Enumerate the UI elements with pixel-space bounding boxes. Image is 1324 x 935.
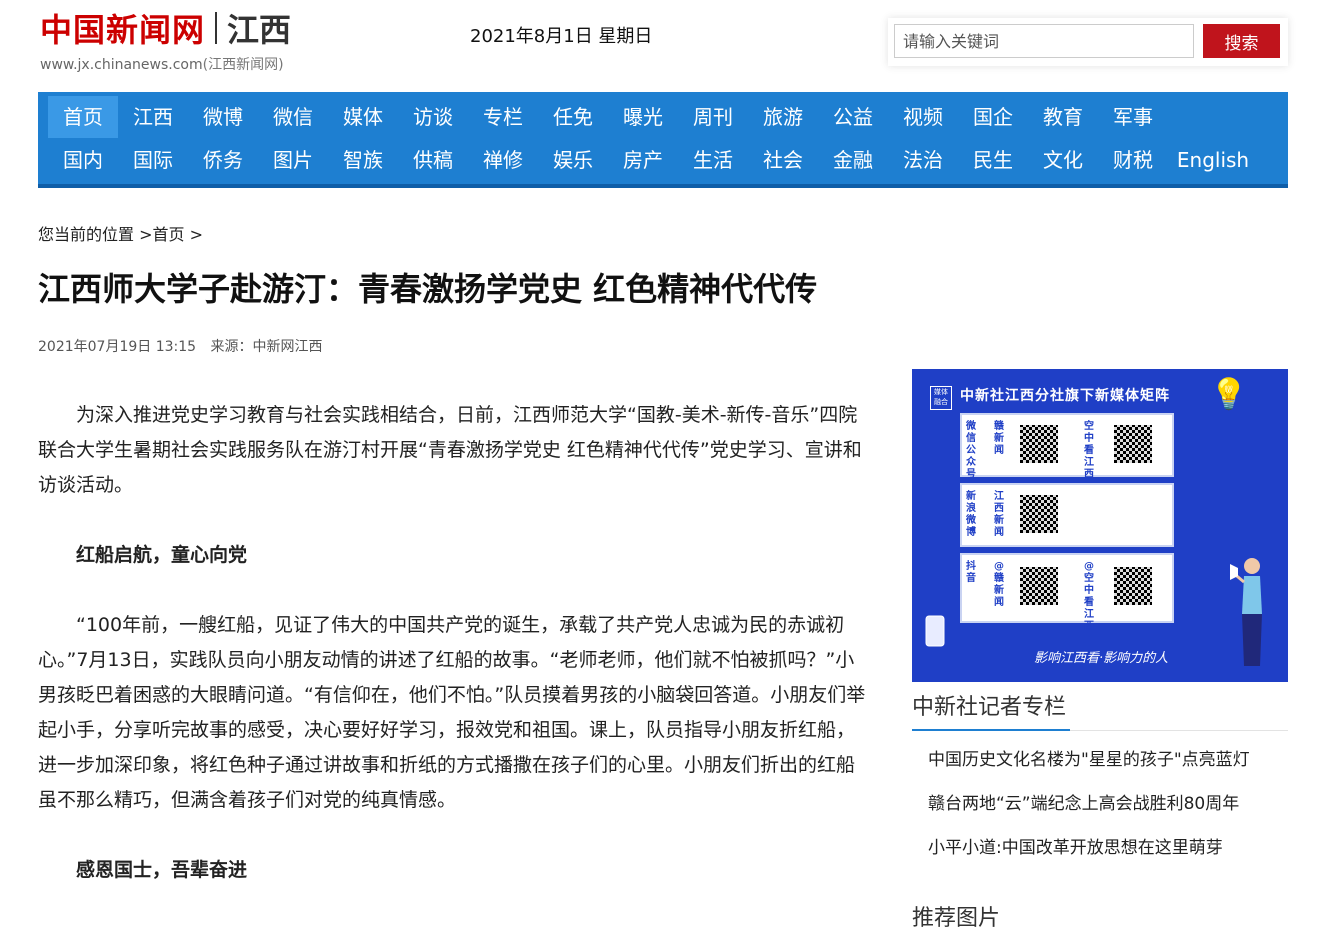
qr-code-icon [1114, 425, 1152, 463]
nav-item[interactable]: 任免 [538, 96, 608, 138]
nav-item[interactable]: English [1168, 139, 1258, 181]
article-subheading: 红船启航，童心向党 [76, 544, 248, 566]
nav-item[interactable]: 访谈 [398, 96, 468, 138]
logo-url-text: www.jx.chinanews.com [40, 57, 203, 73]
nav-row-secondary: 国内 国际 侨务 图片 智族 供稿 禅修 娱乐 房产 生活 社会 金融 法治 民生 文化 财税 English [48, 139, 1258, 181]
logo-url-suffix: (江西新闻网) [202, 57, 284, 73]
recommended-photos-title: 推荐图片 [912, 906, 1001, 931]
nav-item[interactable]: 金融 [818, 139, 888, 181]
banner-card-label: 空中看江西 [1084, 421, 1094, 480]
article-meta: 2021年07月19日 13:15 来源：中新网江西 [38, 336, 333, 356]
article-subheading: 感恩国士，吾辈奋进 [76, 859, 248, 881]
section-divider [912, 729, 1288, 731]
nav-item[interactable]: 旅游 [748, 96, 818, 138]
article-paragraph: 为深入推进党史学习教育与社会实践相结合，日前，江西师范大学“国教-美术-新传-音… [38, 404, 862, 496]
breadcrumb-prefix: 您当前的位置 [38, 225, 135, 244]
breadcrumb-separator: > [139, 225, 153, 244]
qr-code-icon [1020, 567, 1058, 605]
nav-item[interactable]: 民生 [958, 139, 1028, 181]
nav-item[interactable]: 图片 [258, 139, 328, 181]
site-logo[interactable]: 中国新闻网 江西 www.jx.chinanews.com(江西新闻网) [40, 6, 340, 74]
banner-card-weibo: 新浪微博 江西新闻 [960, 483, 1174, 547]
nav-item[interactable]: 专栏 [468, 96, 538, 138]
search-input[interactable] [894, 24, 1194, 58]
presenter-illustration-icon [1230, 558, 1262, 666]
nav-item[interactable]: 首页 [48, 96, 118, 138]
nav-item[interactable]: 生活 [678, 139, 748, 181]
breadcrumb-home-link[interactable]: 首页 [153, 225, 185, 244]
nav-item[interactable]: 供稿 [398, 139, 468, 181]
banner-card-label: 新浪微博 [966, 491, 976, 538]
banner-slogan: 影响江西看·影响力的人 [1034, 651, 1169, 666]
logo-cn-text: 中国新闻网 [40, 11, 206, 49]
main-nav: 首页 江西 微博 微信 媒体 访谈 专栏 任免 曝光 周刊 旅游 公益 视频 国企 教育 军事 国内 国际 侨务图… [38, 92, 1288, 188]
nav-item[interactable]: 财税 [1098, 139, 1168, 181]
nav-item[interactable]: 军事 [1098, 96, 1168, 138]
reporters-section-title: 中新社记者专栏 [912, 695, 1067, 720]
reporters-list-item[interactable]: 中国历史文化名楼为"星星的孩子"点亮蓝灯 [928, 748, 1250, 792]
reporters-list-item[interactable]: 小平小道:中国改革开放思想在这里萌芽 [928, 836, 1250, 880]
nav-item[interactable]: 媒体 [328, 96, 398, 138]
article-datetime: 2021年07月19日 13:15 [38, 339, 197, 355]
nav-item[interactable]: 公益 [818, 96, 888, 138]
banner-card-douyin: 抖音 @赣新闻 @空中看江西 [960, 553, 1174, 632]
nav-item[interactable]: 社会 [748, 139, 818, 181]
logo-region-text: 江西 [227, 11, 292, 49]
banner-tag: 媒体融合 [930, 386, 952, 410]
nav-item[interactable]: 微信 [258, 96, 328, 138]
banner-card-wechat: 微信公众号 赣新闻 空中看江西 [960, 413, 1174, 480]
nav-item[interactable]: 法治 [888, 139, 958, 181]
reporters-list: 中国历史文化名楼为"星星的孩子"点亮蓝灯 赣台两地“云”端纪念上高会战胜利80周… [928, 748, 1250, 880]
article-paragraph: “100年前，一艘红船，见证了伟大的中国共产党的诞生，承载了共产党人忠诚为民的赤… [38, 614, 866, 811]
nav-item[interactable]: 房产 [608, 139, 678, 181]
logo-url: www.jx.chinanews.com(江西新闻网) [40, 54, 340, 74]
qr-code-icon [1020, 495, 1058, 533]
reporters-list-item[interactable]: 赣台两地“云”端纪念上高会战胜利80周年 [928, 792, 1250, 836]
banner-card-label: @赣新闻 [994, 561, 1004, 608]
section-divider-accent [912, 729, 1070, 731]
nav-item[interactable]: 智族 [328, 139, 398, 181]
article-body: 为深入推进党史学习教育与社会实践相结合，日前，江西师范大学“国教-美术-新传-音… [38, 398, 868, 923]
article-title: 江西师大学子赴游汀：青春激扬学党史 红色精神代代传 [38, 270, 818, 308]
search-bar: 搜索 [888, 18, 1288, 66]
nav-item[interactable]: 曝光 [608, 96, 678, 138]
nav-item[interactable]: 教育 [1028, 96, 1098, 138]
media-matrix-banner[interactable]: 媒体融合 中新社江西分社旗下新媒体矩阵 💡 微信公众号 赣新闻 空中看江西 新浪… [912, 369, 1288, 682]
banner-card-label: 抖音 [966, 561, 976, 584]
logo-divider [215, 12, 218, 44]
nav-item[interactable]: 江西 [118, 96, 188, 138]
breadcrumb: 您当前的位置 >首页 > [38, 221, 203, 245]
banner-card-label: @空中看江西 [1084, 561, 1094, 632]
nav-item[interactable]: 微博 [188, 96, 258, 138]
current-date: 2021年8月1日 星期日 [470, 26, 653, 47]
nav-item[interactable]: 娱乐 [538, 139, 608, 181]
banner-title: 中新社江西分社旗下新媒体矩阵 [960, 388, 1170, 404]
nav-item[interactable]: 国际 [118, 139, 188, 181]
nav-item[interactable]: 视频 [888, 96, 958, 138]
nav-row-primary: 首页 江西 微博 微信 媒体 访谈 专栏 任免 曝光 周刊 旅游 公益 视频 国企 教育 军事 [48, 96, 1168, 138]
lightbulb-icon: 💡 [1210, 377, 1248, 412]
banner-card-label: 微信公众号 [966, 421, 976, 480]
qr-code-icon [1114, 567, 1152, 605]
article-source: 来源：中新网江西 [210, 339, 323, 355]
nav-item[interactable]: 禅修 [468, 139, 538, 181]
phone-icon [925, 615, 945, 647]
nav-item[interactable]: 周刊 [678, 96, 748, 138]
nav-item[interactable]: 国内 [48, 139, 118, 181]
nav-item[interactable]: 侨务 [188, 139, 258, 181]
nav-item[interactable]: 文化 [1028, 139, 1098, 181]
qr-code-icon [1020, 425, 1058, 463]
search-button[interactable]: 搜索 [1203, 24, 1280, 58]
breadcrumb-separator: > [189, 225, 204, 244]
banner-card-label: 赣新闻 [994, 421, 1004, 456]
nav-item[interactable]: 国企 [958, 96, 1028, 138]
banner-card-label: 江西新闻 [994, 491, 1004, 538]
